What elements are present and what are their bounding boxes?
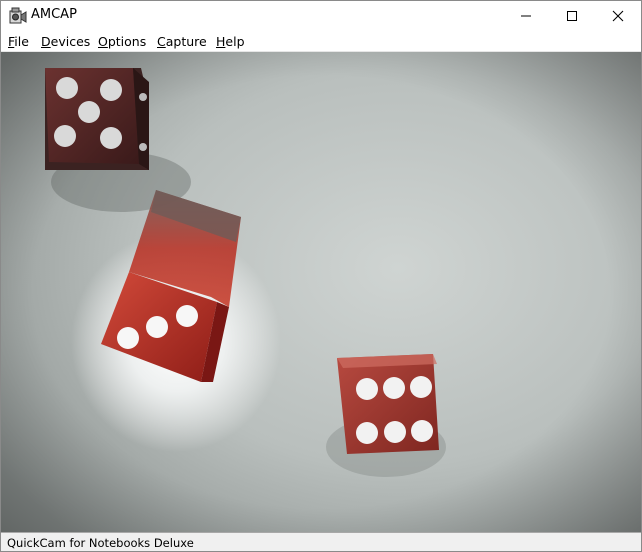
menu-help[interactable]: Help <box>216 34 245 49</box>
maximize-button[interactable] <box>549 1 595 31</box>
die-bottom-right <box>337 354 439 454</box>
menu-file[interactable]: File <box>8 34 29 49</box>
close-icon <box>612 10 624 22</box>
amcap-window: AMCAP File Devices Options Capture Help <box>0 0 642 552</box>
minimize-icon <box>521 15 531 17</box>
maximize-icon <box>567 11 577 21</box>
close-button[interactable] <box>595 1 641 31</box>
camera-app-icon <box>9 7 27 24</box>
window-title: AMCAP <box>31 7 77 22</box>
status-bar: QuickCam for Notebooks Deluxe <box>1 532 641 551</box>
die-top-left <box>45 68 149 170</box>
menu-devices[interactable]: Devices <box>41 34 90 49</box>
device-status: QuickCam for Notebooks Deluxe <box>7 536 194 550</box>
camera-frame <box>1 52 641 532</box>
menu-options[interactable]: Options <box>98 34 146 49</box>
minimize-button[interactable] <box>503 1 549 31</box>
menu-capture[interactable]: Capture <box>157 34 207 49</box>
title-bar[interactable]: AMCAP <box>1 1 641 31</box>
menu-bar: File Devices Options Capture Help <box>1 31 641 52</box>
video-preview[interactable] <box>1 52 641 532</box>
